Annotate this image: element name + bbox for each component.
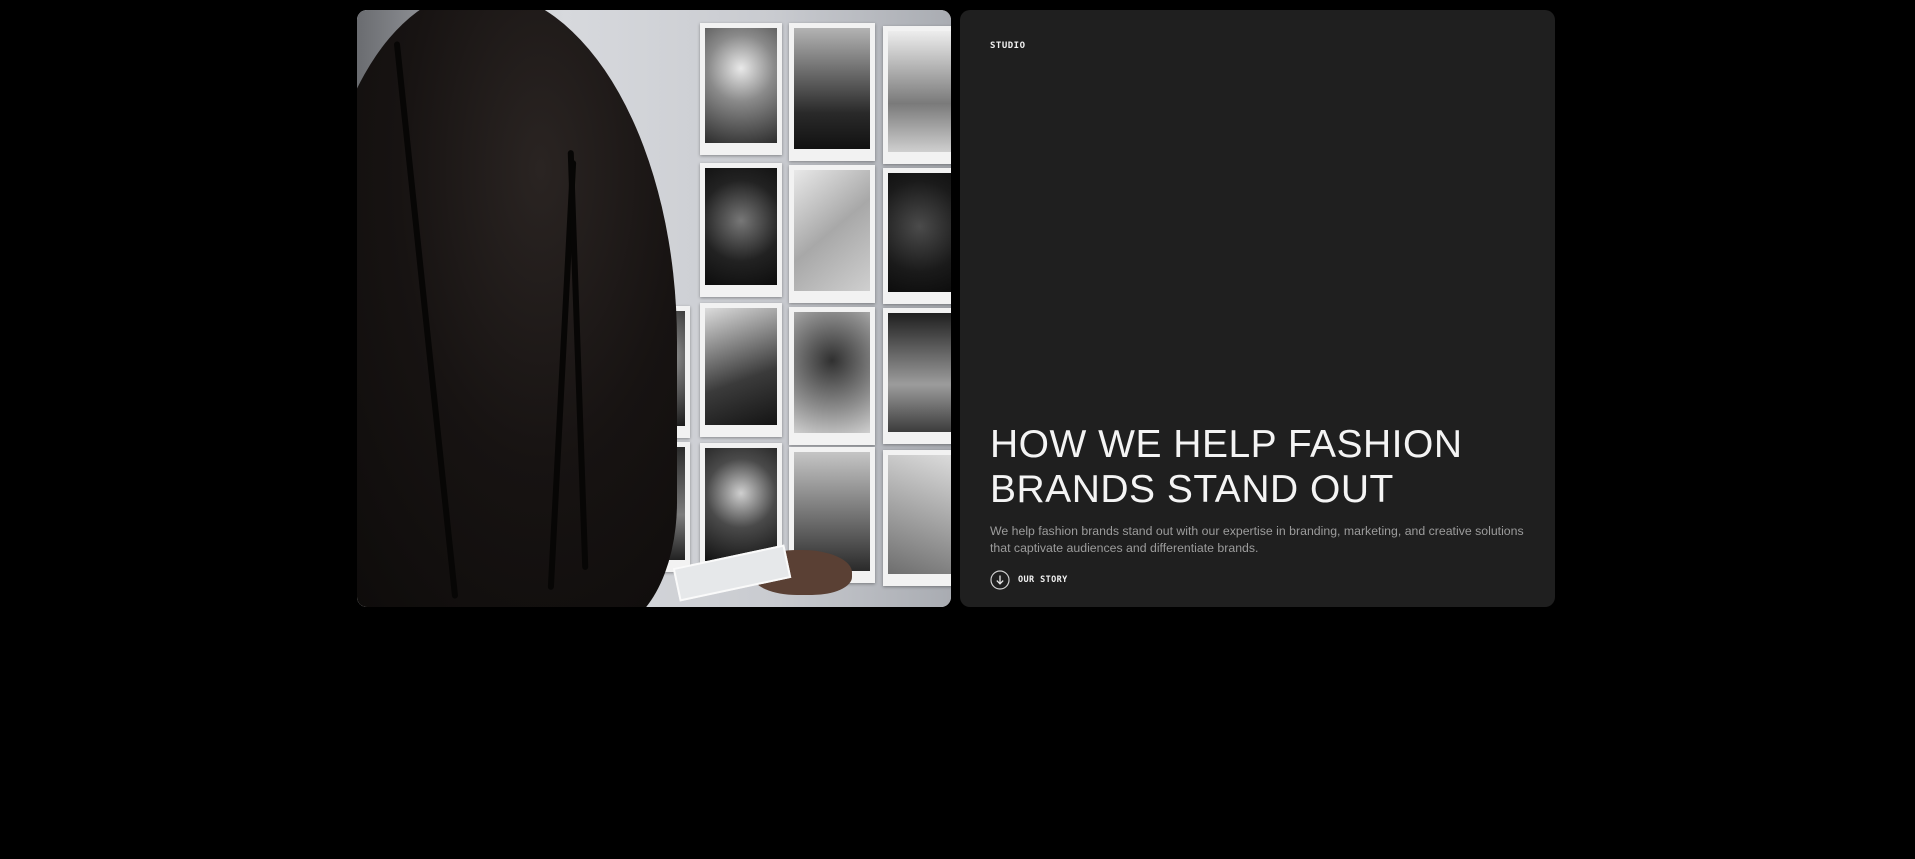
photo-print <box>789 307 875 445</box>
heading-line: BRANDS STAND OUT <box>990 468 1394 511</box>
photo-print <box>883 450 951 586</box>
photo-print <box>883 168 951 304</box>
photo-print <box>883 26 951 164</box>
heading-line: HOW WE HELP FASHION <box>990 423 1463 466</box>
hero-photo <box>357 10 951 607</box>
arrow-down-circle-icon <box>990 570 1010 590</box>
info-card: STUDIO HOW WE HELP FASHION BRANDS STAND … <box>960 10 1555 607</box>
hero-section: STUDIO HOW WE HELP FASHION BRANDS STAND … <box>357 10 1555 607</box>
section-heading: HOW WE HELP FASHION BRANDS STAND OUT <box>990 422 1530 512</box>
our-story-label: OUR STORY <box>1018 575 1068 585</box>
photo-print <box>700 163 782 297</box>
section-description: We help fashion brands stand out with ou… <box>990 524 1524 555</box>
our-story-link[interactable]: OUR STORY <box>990 570 1068 590</box>
photo-print <box>789 165 875 303</box>
photo-print <box>700 303 782 437</box>
photo-print <box>789 23 875 161</box>
photo-print <box>883 308 951 444</box>
section-tag: STUDIO <box>990 41 1026 51</box>
photo-print <box>700 23 782 155</box>
